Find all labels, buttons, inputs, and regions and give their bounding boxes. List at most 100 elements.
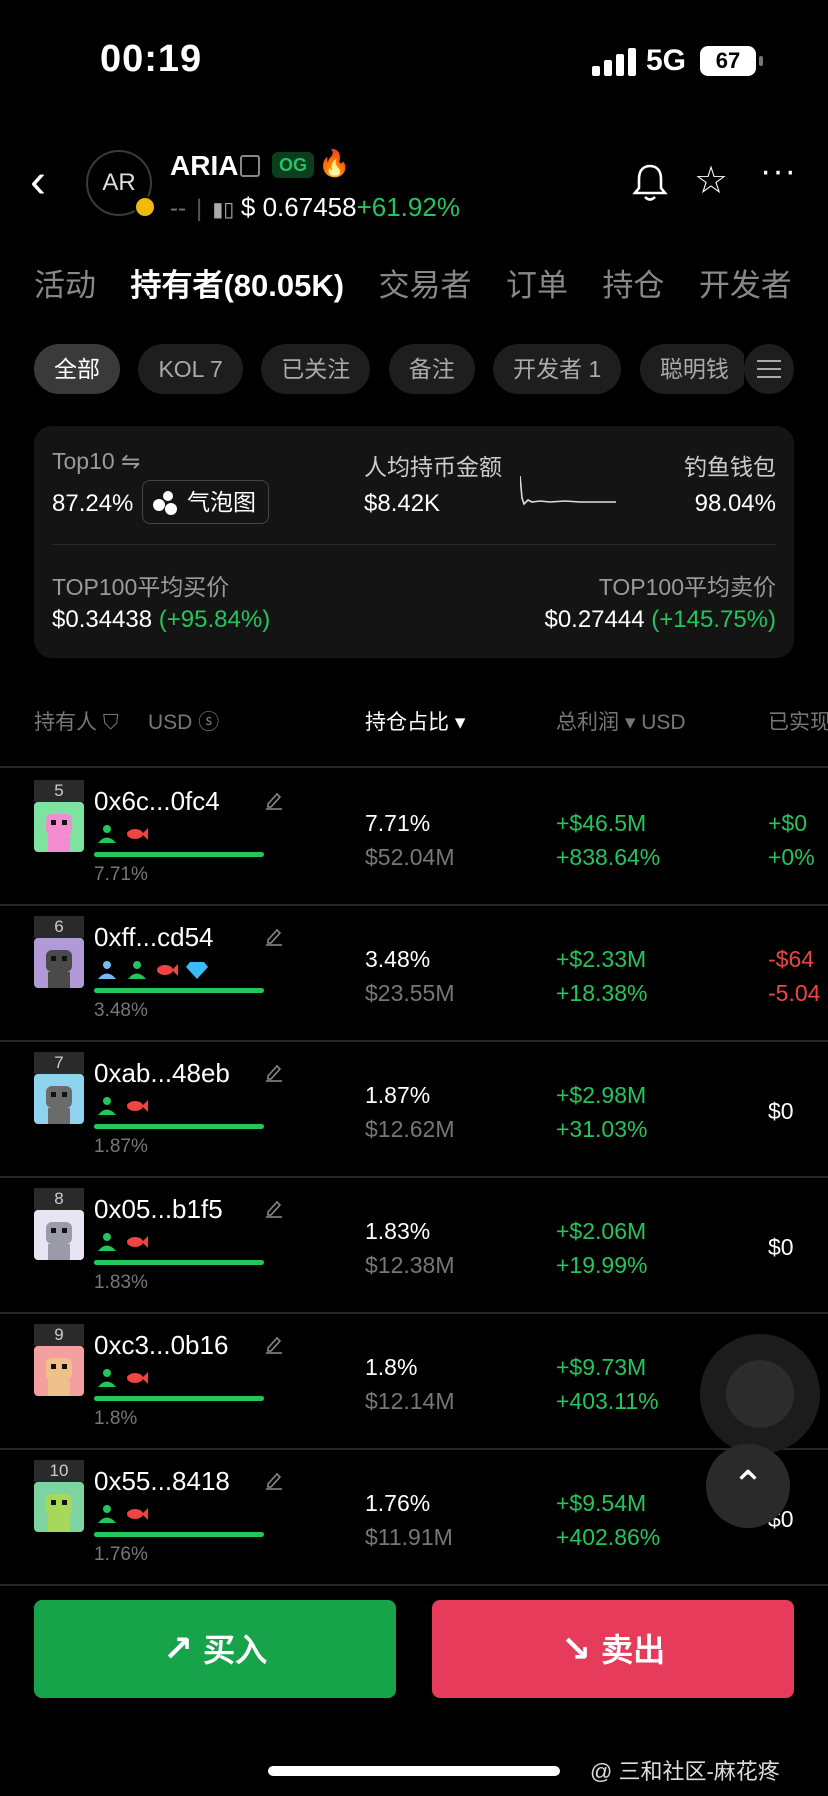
table-row[interactable]: 7 0xab...48eb 1.87% 1.87% $12.62M +$2.98M +31.… — [0, 1042, 828, 1178]
edit-icon[interactable] — [265, 1470, 283, 1490]
filter-settings-icon[interactable] — [744, 344, 794, 394]
token-name: ARIA — [170, 150, 239, 181]
avatar[interactable] — [34, 938, 84, 988]
avg-hold-label: 人均持币金额 — [364, 454, 502, 480]
summary-divider — [52, 544, 776, 545]
holder-column[interactable]: 持有人 ⛉ — [34, 706, 119, 736]
watermark: @ 三和社区-麻花疼 — [590, 1759, 780, 1784]
fire-icon: 🔥 — [318, 148, 351, 178]
holding-bar — [94, 1124, 264, 1129]
chip-smart-money[interactable]: 聪明钱 — [639, 344, 744, 394]
tab-activity[interactable]: 活动 — [34, 260, 96, 305]
price-change: +61.92% — [356, 192, 460, 222]
edit-icon[interactable] — [265, 790, 283, 810]
copy-icon[interactable] — [240, 155, 260, 177]
fish-icon — [126, 1096, 148, 1116]
wallet-address[interactable]: 0xab...48eb — [94, 1058, 230, 1089]
table-row[interactable]: 5 0x6c...0fc4 7.71% 7.71% $52.04M +$46.5M +838… — [0, 770, 828, 906]
bell-icon[interactable] — [632, 162, 668, 202]
table-row[interactable]: 8 0x05...b1f5 1.83% 1.83% $12.38M +$2.06M +19.… — [0, 1178, 828, 1314]
buy-button[interactable]: ↗ 买入 — [34, 1600, 396, 1698]
tab-holders[interactable]: 持有者(80.05K) — [130, 260, 344, 305]
scroll-top-icon[interactable]: ⌃ — [706, 1444, 790, 1528]
table-row[interactable]: 10 0x55...8418 1.76% 1.76% $11.91M +$9.54M +40… — [0, 1450, 828, 1586]
wallet-address[interactable]: 0xff...cd54 — [94, 922, 214, 953]
total-pnl-column[interactable]: 总利润 ▾ USD — [556, 706, 686, 736]
top100-buy-value: $0.34438 — [52, 606, 153, 633]
arrow-down-right-icon: ↘ — [560, 1628, 592, 1669]
holding-pct: 1.8% — [365, 1354, 418, 1380]
holding-sub-pct: 3.48% — [94, 1000, 148, 1021]
signal-icon — [592, 48, 636, 76]
table-row[interactable]: 6 0xff...cd54 3.48% 3.48% $23.55M +$2.33M +18.… — [0, 906, 828, 1042]
usd-toggle-label: USD — [148, 711, 193, 734]
total-pnl: +$2.98M — [556, 1082, 647, 1108]
star-icon[interactable]: ☆ — [694, 158, 728, 203]
home-indicator[interactable] — [268, 1766, 560, 1776]
edit-icon[interactable] — [265, 1334, 283, 1354]
rank-badge: 9 — [34, 1324, 84, 1346]
rank-badge: 5 — [34, 780, 84, 802]
rank-badge: 7 — [34, 1052, 84, 1074]
top10-label[interactable]: Top10 ⇋ — [52, 448, 140, 475]
chip-kol[interactable]: KOL 7 — [138, 344, 243, 394]
diamond-icon — [186, 960, 208, 980]
chip-following[interactable]: 已关注 — [261, 344, 371, 394]
filter-funnel-icon: ⛉ — [102, 711, 119, 734]
holding-pct-label: 持仓占比 — [365, 711, 449, 734]
wallet-address[interactable]: 0x55...8418 — [94, 1466, 230, 1497]
tab-orders[interactable]: 订单 — [506, 260, 568, 305]
tab-bar: 活动 持有者(80.05K) 交易者 订单 持仓 开发者 — [34, 260, 828, 320]
top100-sell-value: $0.27444 — [544, 606, 645, 633]
holding-sub-pct: 7.71% — [94, 864, 148, 885]
rank-badge: 8 — [34, 1188, 84, 1210]
total-pnl-pct: +19.99% — [556, 1252, 648, 1278]
back-button[interactable]: ‹ — [30, 158, 70, 210]
price-dash: -- — [170, 195, 186, 222]
holding-sub-pct: 1.87% — [94, 1136, 148, 1157]
wallet-tags — [96, 824, 156, 846]
wallet-address[interactable]: 0x05...b1f5 — [94, 1194, 223, 1225]
avatar[interactable] — [34, 1210, 84, 1260]
edit-icon[interactable] — [265, 1198, 283, 1218]
candle-icon: ▮▯ — [212, 199, 235, 221]
holder-label: 持有人 — [34, 711, 97, 734]
wallet-address[interactable]: 0x6c...0fc4 — [94, 786, 220, 817]
edit-icon[interactable] — [265, 926, 283, 946]
row-divider — [0, 1584, 828, 1586]
total-pnl-pct: +31.03% — [556, 1116, 648, 1142]
dropdown-icon: ▾ — [624, 711, 636, 734]
bubble-map-button[interactable]: 气泡图 — [142, 480, 269, 524]
tab-traders[interactable]: 交易者 — [379, 260, 472, 305]
person-icon — [96, 824, 118, 844]
avatar[interactable] — [34, 1482, 84, 1532]
chip-notes[interactable]: 备注 — [388, 344, 475, 394]
holding-sub-pct: 1.8% — [94, 1408, 138, 1429]
wallet-address[interactable]: 0xc3...0b16 — [94, 1330, 228, 1361]
wallet-fab-icon[interactable] — [700, 1334, 820, 1454]
avatar[interactable] — [34, 802, 84, 852]
holding-usd: $52.04M — [365, 844, 455, 870]
edit-icon[interactable] — [265, 1062, 283, 1082]
avg-hold-sparkline — [520, 475, 616, 506]
tab-developer[interactable]: 开发者 — [699, 260, 792, 305]
avatar[interactable] — [34, 1074, 84, 1124]
more-icon[interactable]: ··· — [760, 152, 797, 191]
total-pnl: +$9.73M — [556, 1354, 647, 1380]
pnl-unit: USD — [641, 711, 686, 734]
holding-pct: 7.71% — [365, 810, 431, 836]
holding-pct-column[interactable]: 持仓占比 ▾ — [365, 706, 465, 736]
realized-column[interactable]: 已实现 — [768, 706, 828, 736]
total-pnl-pct: +403.11% — [556, 1388, 659, 1414]
rank-badge: 6 — [34, 916, 84, 938]
usd-toggle[interactable]: USD ⓢ — [148, 706, 219, 736]
chip-developer[interactable]: 开发者 1 — [493, 344, 622, 394]
token-price: $ 0.67458 — [240, 192, 357, 222]
avatar[interactable] — [34, 1346, 84, 1396]
chip-all[interactable]: 全部 — [34, 344, 120, 394]
tab-positions[interactable]: 持仓 — [602, 260, 664, 305]
holding-usd: $11.91M — [365, 1524, 453, 1550]
holding-usd: $12.14M — [365, 1388, 455, 1414]
sell-button[interactable]: ↘ 卖出 — [432, 1600, 794, 1698]
holding-pct: 1.87% — [365, 1082, 431, 1108]
